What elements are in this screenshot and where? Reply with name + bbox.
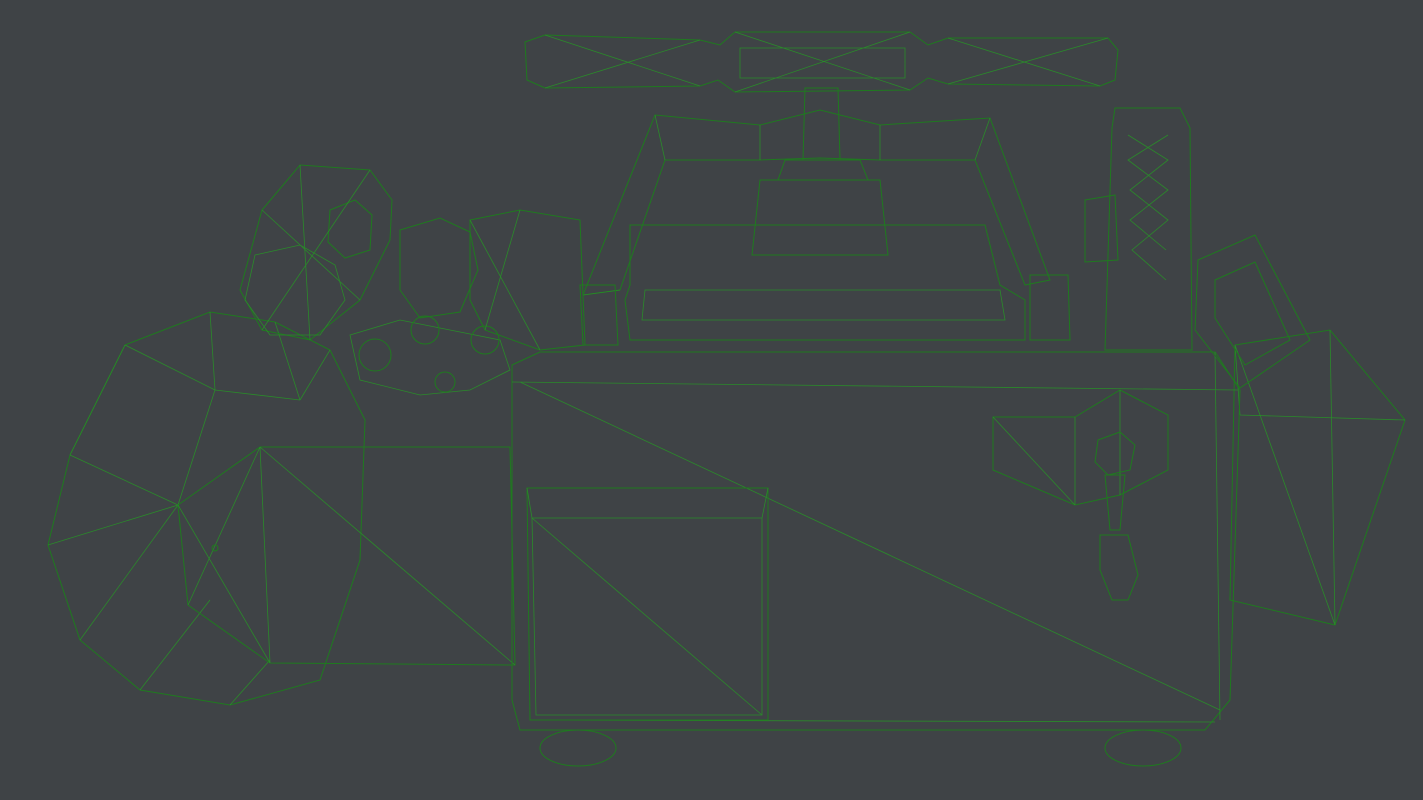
press-platform [624,159,1026,341]
main-body [511,351,1241,731]
screw-post [802,87,841,161]
drum-left [47,311,366,706]
cylinders-cluster [239,164,586,396]
arch-frame [579,109,1071,346]
barrel-cone [177,446,516,666]
wireframe-model[interactable] [0,0,1423,800]
top-handle [524,31,1119,93]
crank [992,389,1169,601]
side-box-right [1229,329,1406,626]
feet [539,729,1182,767]
3d-viewport[interactable] [0,0,1423,800]
lattice-tower [1084,107,1193,351]
side-handle [1194,234,1311,389]
front-panel [526,487,769,721]
